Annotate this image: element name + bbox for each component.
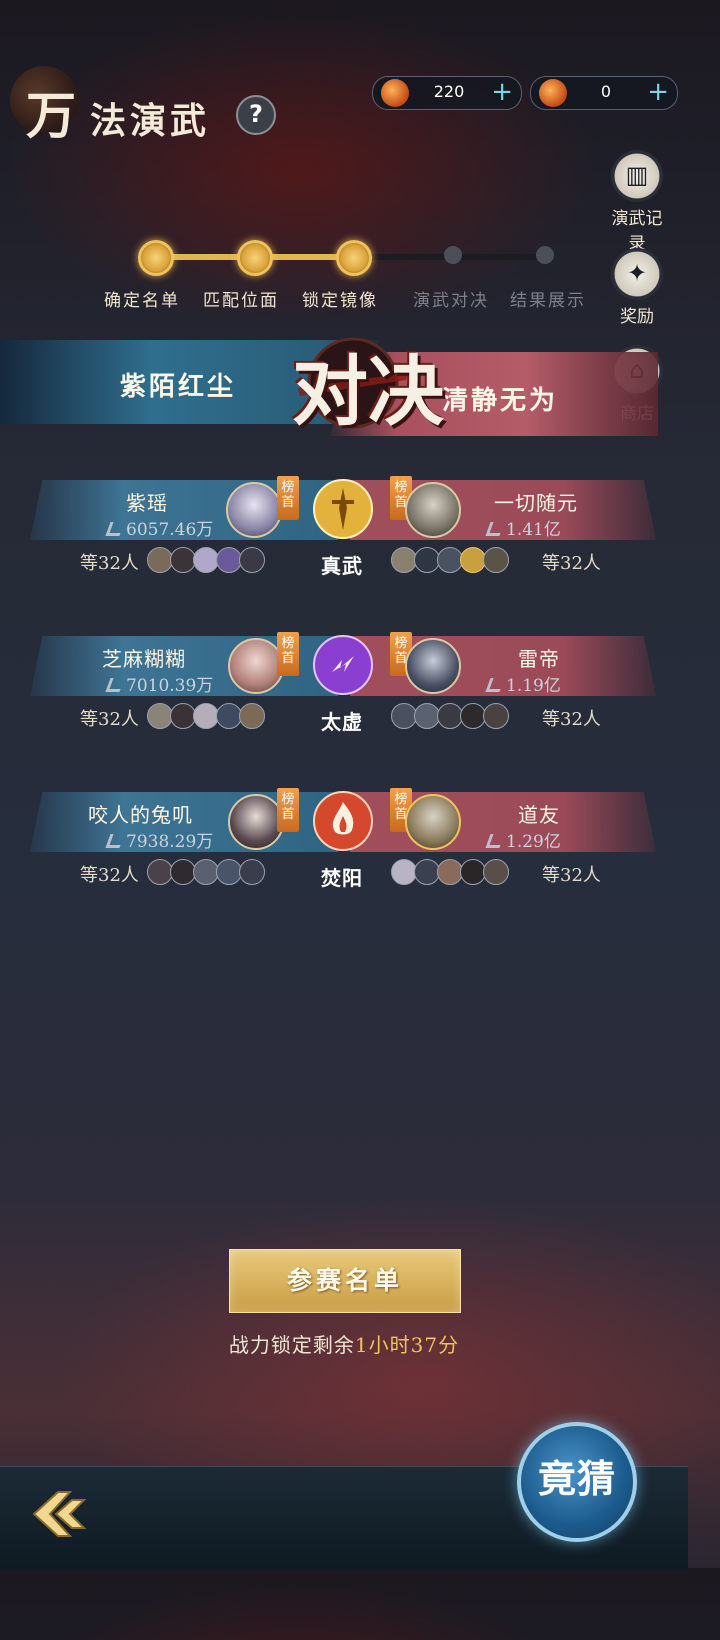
progress-dot-3 [336, 240, 372, 276]
match-3-right-avatar[interactable] [405, 794, 461, 850]
power-icon [485, 834, 505, 848]
flame-token-icon [381, 79, 409, 107]
right-faction-name: 清静无为 [442, 386, 559, 416]
progress-dot-5 [536, 246, 554, 264]
match-1-left-power: 6057.46万 [105, 515, 213, 540]
team-avatar [239, 547, 265, 573]
battle-record-button[interactable]: ▥ 演武记录 [604, 150, 670, 254]
match-3-right-power: 1.29亿 [485, 827, 561, 852]
power-icon [105, 834, 125, 848]
power-icon [105, 522, 125, 536]
match-3-left-player[interactable]: 咬人的兔叽 [88, 799, 193, 828]
battle-record-label: 演武记录 [611, 209, 663, 254]
help-button[interactable]: ? [236, 95, 276, 135]
team-avatar [483, 859, 509, 885]
step-label-1: 确定名单 [104, 291, 180, 311]
reward-button[interactable]: ✦ 奖励 [604, 248, 670, 327]
match-2-right-count: 等32人 [542, 709, 601, 730]
match-3-left-rank-tag: 榜首 [277, 788, 299, 832]
team-avatar [483, 547, 509, 573]
progress-dot-4 [444, 246, 462, 264]
versus-emblem-text: 对决 [292, 347, 444, 436]
page-title-main: 万 [26, 86, 78, 145]
match-2-right-player[interactable]: 雷帝 [518, 643, 560, 672]
match-2-left-power: 7010.39万 [105, 671, 213, 696]
match-2-right-avatar[interactable] [405, 638, 461, 694]
match-1-right-team-avatars[interactable] [391, 547, 509, 577]
fenyang-sect-icon [313, 791, 373, 851]
match-2-left-rank-tag: 榜首 [277, 632, 299, 676]
left-faction-name: 紫陌红尘 [120, 372, 237, 402]
match-3-right-player[interactable]: 道友 [518, 799, 560, 828]
currency-value: 220 [433, 82, 465, 101]
match-1-left-avatar[interactable] [226, 482, 282, 538]
add-currency-button[interactable]: + [647, 78, 669, 106]
progress-dot-1 [138, 240, 174, 276]
progress-dot-2 [237, 240, 273, 276]
match-1-sect-name: 真武 [321, 554, 363, 578]
zhenwu-sect-icon [313, 479, 373, 539]
power-icon [105, 678, 125, 692]
match-1-right-player[interactable]: 一切随元 [494, 487, 578, 516]
team-avatar [239, 859, 265, 885]
match-3-left-power: 7938.29万 [105, 827, 213, 852]
match-1-right-avatar[interactable] [405, 482, 461, 538]
guess-button[interactable]: 竟猜 [517, 1422, 637, 1542]
match-3-left-team-avatars[interactable] [147, 859, 265, 889]
match-3-sect-name: 焚阳 [321, 866, 363, 890]
currency-counter-2: 0 + [530, 76, 678, 110]
entry-list-button[interactable]: 参赛名单 [229, 1249, 461, 1313]
match-2-left-avatar[interactable] [228, 638, 284, 694]
reward-bag-icon: ✦ [611, 248, 663, 300]
match-1-left-player[interactable]: 紫瑶 [126, 487, 168, 516]
lock-time: 1小时37分 [354, 1333, 460, 1357]
match-2-right-team-avatars[interactable] [391, 703, 509, 733]
flame-token-icon [539, 79, 567, 107]
match-2-left-team-avatars[interactable] [147, 703, 265, 733]
match-1-right-power: 1.41亿 [485, 515, 561, 540]
lock-prefix: 战力锁定剩余 [228, 1333, 355, 1357]
add-currency-button[interactable]: + [491, 78, 513, 106]
match-3-right-team-avatars[interactable] [391, 859, 509, 889]
match-1-left-rank-tag: 榜首 [277, 476, 299, 520]
step-label-2: 匹配位面 [203, 291, 279, 311]
team-avatar [483, 703, 509, 729]
team-avatar [239, 703, 265, 729]
match-1-left-team-avatars[interactable] [147, 547, 265, 577]
match-2-sect-name: 太虚 [321, 710, 363, 734]
match-3-right-count: 等32人 [542, 865, 601, 886]
power-icon [485, 522, 505, 536]
match-3-left-count: 等32人 [80, 865, 139, 886]
scroll-icon: ▥ [611, 150, 663, 202]
back-arrow-icon[interactable] [30, 1486, 94, 1542]
match-2-right-power: 1.19亿 [485, 671, 561, 696]
step-label-4: 演武对决 [413, 291, 489, 311]
currency-counter-1: 220 + [372, 76, 522, 110]
currency-value: 0 [600, 82, 612, 101]
power-icon [485, 678, 505, 692]
reward-label: 奖励 [620, 307, 654, 327]
taixu-sect-icon [313, 635, 373, 695]
match-1-left-count: 等32人 [80, 553, 139, 574]
match-1-right-count: 等32人 [542, 553, 601, 574]
match-2-left-player[interactable]: 芝麻糊糊 [102, 643, 186, 672]
page-title-sub: 法演武 [90, 100, 211, 142]
step-label-3: 锁定镜像 [302, 291, 378, 311]
match-3-left-avatar[interactable] [228, 794, 284, 850]
power-lock-countdown: 战力锁定剩余1小时37分 [0, 1329, 688, 1358]
match-2-left-count: 等32人 [80, 709, 139, 730]
step-label-5: 结果展示 [510, 291, 586, 311]
